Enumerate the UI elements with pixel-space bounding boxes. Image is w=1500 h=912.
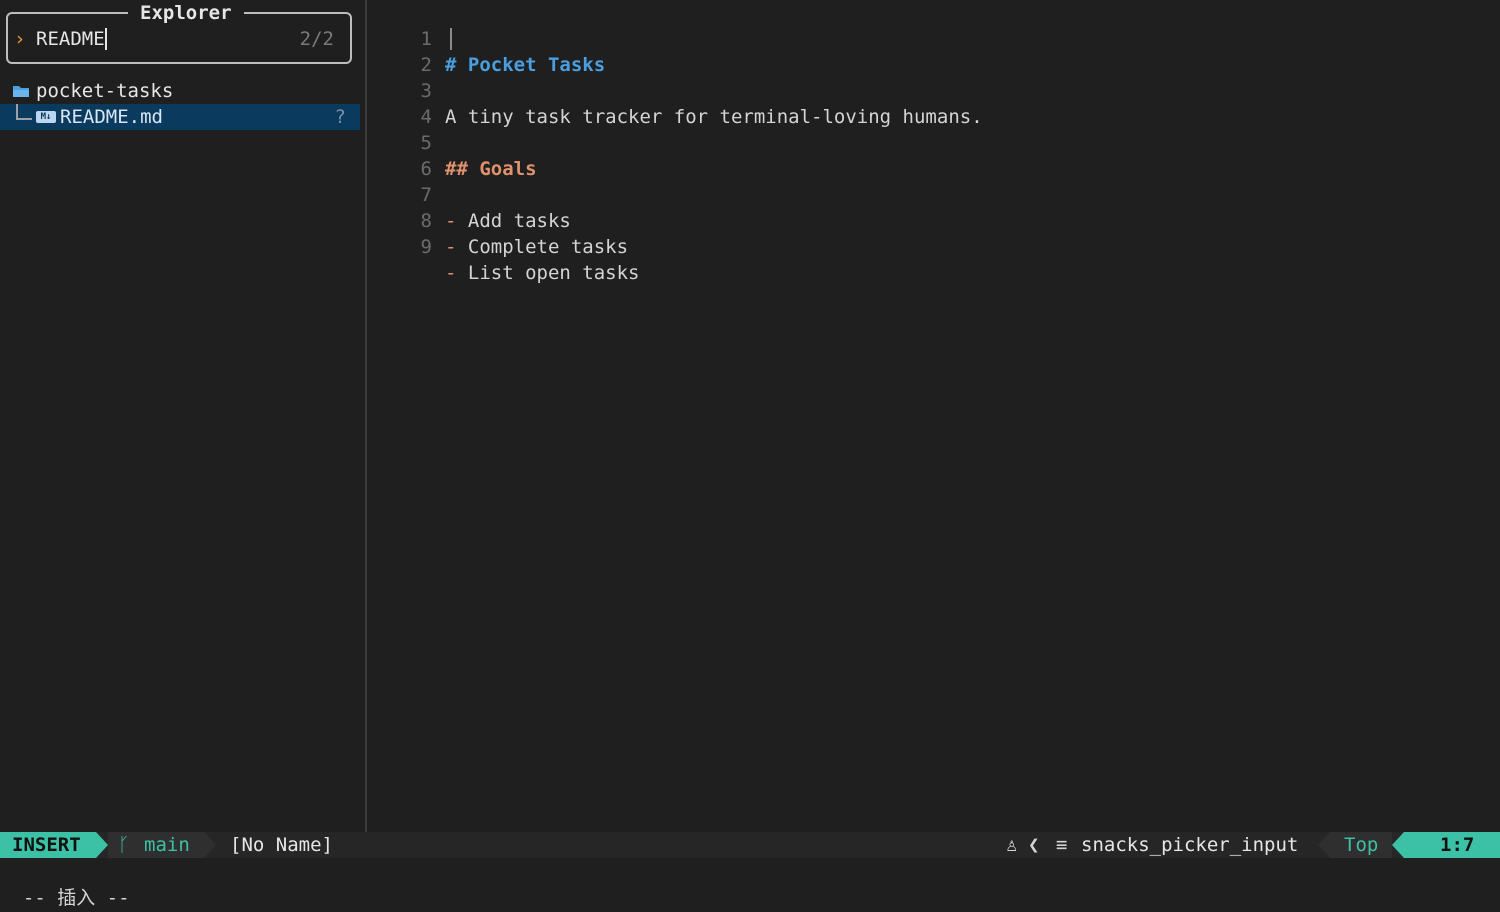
- command-line[interactable]: -- 插入 --: [0, 858, 1500, 909]
- git-branch-icon: ᚴ: [118, 834, 130, 856]
- tree-item-readme[interactable]: M↓ README.md ?: [0, 104, 360, 130]
- powerline-separator: [96, 832, 108, 858]
- git-branch-label: main: [144, 834, 190, 856]
- list-item: - Add tasks: [445, 208, 571, 234]
- editor-pane[interactable]: 1 # Pocket Tasks 2 3 A tiny task tracker…: [370, 0, 1500, 832]
- explorer-title: Explorer: [128, 2, 244, 24]
- line-text: A tiny task tracker for terminal-loving …: [445, 106, 983, 128]
- line-text: # Pocket Tasks: [445, 54, 606, 76]
- split-separator[interactable]: [365, 0, 367, 832]
- filetype-icon: ≡: [1056, 834, 1068, 856]
- chevron-right-icon: ›: [14, 28, 26, 50]
- list-bullet: -: [445, 262, 457, 284]
- powerline-separator: [1392, 832, 1404, 858]
- buffer-name: [No Name]: [230, 834, 333, 856]
- cursor-location: 1:7: [1440, 834, 1475, 856]
- line-text: List open tasks: [467, 262, 640, 284]
- match-count: 2/2: [299, 28, 334, 50]
- list-item: - Complete tasks: [445, 234, 628, 260]
- line-text: Complete tasks: [467, 236, 629, 258]
- filetype-label: snacks_picker_input: [1081, 834, 1299, 856]
- status-line: INSERT ᚴ main [No Name] ♙ ❮ ≡ snacks_pic…: [0, 832, 1500, 858]
- tree-item-label: README.md: [60, 106, 163, 128]
- cursor-location-segment: 1:7: [1404, 832, 1500, 858]
- list-bullet: -: [445, 210, 457, 232]
- tree-item-label: pocket-tasks: [36, 80, 174, 102]
- chevron-left-icon: ❮: [1028, 834, 1040, 856]
- markdown-icon: M↓: [36, 111, 56, 123]
- line-number: 9: [420, 236, 432, 258]
- editor-line: 9 - List open tasks: [370, 208, 640, 284]
- mode-indicator: INSERT: [0, 832, 96, 858]
- list-bullet: -: [445, 236, 457, 258]
- editor-line: 3 A tiny task tracker for terminal-lovin…: [370, 52, 983, 128]
- linux-icon: ♙: [1006, 834, 1018, 856]
- tree-branch-line: [16, 104, 32, 120]
- editor-line: 2: [370, 26, 432, 76]
- text-cursor: [104, 28, 107, 50]
- git-branch-segment: ᚴ main: [108, 832, 204, 858]
- explorer-panel: Explorer › README 2/2 pocket-tasks M↓ RE…: [0, 0, 364, 832]
- editor-line: 7 - Add tasks: [370, 156, 571, 232]
- editor-line: 1 # Pocket Tasks: [370, 0, 606, 76]
- folder-open-icon: [13, 86, 29, 97]
- powerline-separator: [1318, 832, 1330, 858]
- editor-line: 6: [370, 130, 432, 180]
- list-item: - List open tasks: [445, 260, 640, 286]
- search-input-value: README: [36, 28, 105, 50]
- text-cursor: [450, 28, 452, 50]
- scroll-position: Top: [1344, 834, 1379, 856]
- search-input[interactable]: README: [36, 28, 107, 50]
- mode-label: INSERT: [12, 834, 81, 856]
- editor-line: 8 - Complete tasks: [370, 182, 629, 258]
- powerline-separator: [204, 832, 216, 858]
- line-text: ## Goals: [445, 158, 537, 180]
- command-line-message: -- 插入 --: [22, 887, 130, 909]
- editor-line: 4: [370, 78, 432, 128]
- tree-item-root-folder[interactable]: pocket-tasks: [0, 78, 360, 104]
- git-status-badge: ?: [334, 106, 346, 128]
- editor-line: 5 ## Goals: [370, 104, 537, 180]
- line-text: Add tasks: [467, 210, 571, 232]
- explorer-search-box[interactable]: Explorer › README 2/2: [6, 2, 352, 64]
